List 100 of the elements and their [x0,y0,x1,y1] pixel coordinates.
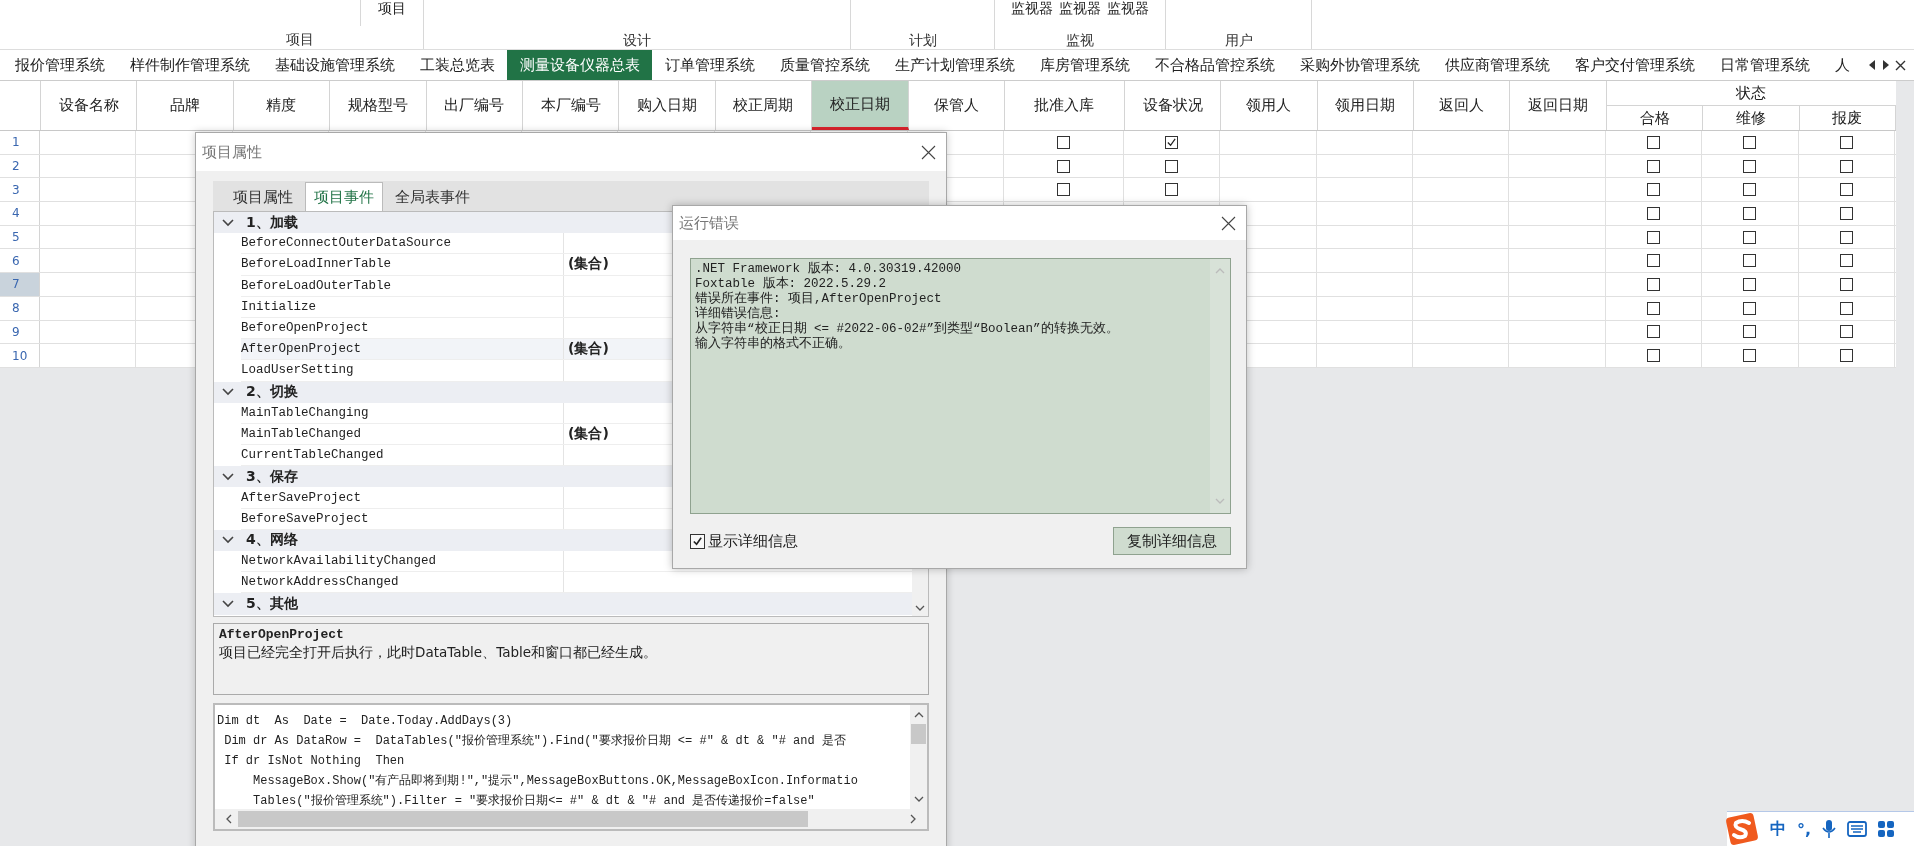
copy-details-button[interactable]: 复制详细信息 [1113,527,1231,555]
checkbox[interactable] [1647,301,1661,315]
checkbox[interactable] [1647,349,1661,363]
ribbon-button[interactable]: 监视器 [1059,0,1101,16]
chevron-down-icon[interactable] [913,796,924,803]
checkbox[interactable] [1056,135,1070,149]
checkbox[interactable] [1839,206,1853,220]
checkbox[interactable] [1743,183,1757,197]
checkbox[interactable] [1839,277,1853,291]
microphone-icon[interactable] [1822,819,1837,839]
column-header[interactable]: 返回日期 [1510,81,1607,130]
checkbox[interactable] [1839,254,1853,268]
column-header[interactable]: 校正日期 [812,81,909,130]
sheet-tab[interactable]: 日常管理系统 [1707,50,1822,80]
row-number[interactable]: 1 [0,131,40,154]
checkbox[interactable] [1056,183,1070,197]
tab[interactable]: 全局表事件 [387,183,478,211]
checkbox[interactable] [1743,349,1757,363]
scroll-left-icon[interactable] [1869,60,1876,70]
column-header[interactable]: 合格 [1606,106,1704,130]
sheet-tab[interactable]: 库房管理系统 [1027,50,1142,80]
checkbox[interactable] [1743,230,1757,244]
column-header[interactable]: 规格型号 [330,81,427,130]
checkbox[interactable] [1743,325,1757,339]
column-header[interactable]: 返回人 [1414,81,1511,130]
checkbox[interactable] [1743,135,1757,149]
checkbox[interactable] [1647,183,1661,197]
sheet-tab[interactable]: 样件制作管理系统 [117,50,262,80]
column-header[interactable]: 设备名称 [41,81,138,130]
row-number[interactable]: 3 [0,178,40,202]
sheet-tab[interactable]: 基础设施管理系统 [262,50,407,80]
checkbox[interactable] [1165,135,1179,149]
column-header[interactable]: 报废 [1799,106,1897,130]
chevron-down-icon[interactable] [915,605,925,612]
error-details-box[interactable]: .NET Framework 版本: 4.0.30319.42000 Foxtable 版本: 2022.5.29.2 错误所在事件: 项目,AfterOpenProject 详细错误信息: 从字符串“校正日期 <= #2022-06-02#”到类型“Boolean”的转换无效。 输入字符串的格式不正确。 [690,258,1231,514]
row-number[interactable]: 5 [0,225,40,249]
checkbox[interactable] [1743,301,1757,315]
chevron-right-icon[interactable] [910,814,917,824]
tab[interactable]: 项目属性 [225,183,301,211]
checkbox[interactable] [1647,135,1661,149]
column-header[interactable]: 设备状况 [1124,81,1222,130]
ribbon-button[interactable]: 监视器 [1011,0,1053,16]
checkbox[interactable] [1165,183,1179,197]
keyboard-icon[interactable] [1847,821,1868,837]
checkbox[interactable] [1839,159,1853,173]
checkbox[interactable] [1743,206,1757,220]
row-number[interactable]: 10 [0,344,40,367]
chevron-down-icon[interactable] [222,472,234,481]
chevron-down-icon[interactable] [222,388,234,397]
column-header[interactable]: 维修 [1703,106,1800,130]
ime-mode-toggle[interactable]: °, [1797,819,1812,839]
checkbox[interactable] [1647,206,1661,220]
row-number[interactable]: 8 [0,296,40,320]
sheet-tab[interactable]: 供应商管理系统 [1432,50,1562,80]
ribbon-button[interactable]: 监视器 [1107,0,1149,16]
checkbox-label[interactable]: 显示详细信息 [708,531,798,551]
chevron-down-icon[interactable] [222,599,234,608]
checkbox[interactable] [1839,183,1853,197]
grid-icon[interactable] [1878,821,1895,837]
sheet-tab[interactable]: 生产计划管理系统 [882,50,1027,80]
row-number[interactable]: 6 [0,249,40,273]
checkbox[interactable] [1647,277,1661,291]
row-number[interactable]: 2 [0,154,40,178]
checkbox[interactable] [1839,325,1853,339]
chevron-left-icon[interactable] [225,814,232,824]
column-header[interactable]: 领用人 [1221,81,1318,130]
sheet-tab[interactable]: 质量管控系统 [767,50,882,80]
code-editor[interactable] [213,703,929,831]
row-number[interactable]: 7 [0,273,40,296]
scrollbar-thumb[interactable] [911,724,926,744]
checkbox[interactable] [1743,159,1757,173]
checkbox[interactable] [1056,159,1070,173]
sheet-tab[interactable]: 测量设备仪器总表 [507,50,652,80]
sheet-tab[interactable]: 采购外协管理系统 [1287,50,1432,80]
scrollbar-thumb[interactable] [238,811,808,827]
logo-icon[interactable] [1725,812,1759,846]
row-number[interactable]: 9 [0,320,40,344]
sheet-tab[interactable]: 不合格品管控系统 [1142,50,1287,80]
checkbox[interactable] [1647,254,1661,268]
ime-mode-toggle[interactable]: 中 [1770,818,1786,840]
column-header[interactable]: 精度 [233,81,331,130]
checkbox[interactable] [1647,230,1661,244]
chevron-up-icon[interactable] [913,711,924,718]
checkbox[interactable] [1839,230,1853,244]
column-header[interactable]: 保管人 [908,81,1005,130]
sheet-tab[interactable]: 工装总览表 [407,50,507,80]
sheet-tab[interactable]: 客户交付管理系统 [1562,50,1707,80]
chevron-down-icon[interactable] [222,536,234,545]
close-icon[interactable] [921,144,936,160]
checkbox[interactable] [1839,349,1853,363]
checkbox[interactable] [1647,325,1661,339]
close-icon[interactable] [1895,59,1906,71]
sheet-tab[interactable]: 人 [1822,50,1862,80]
scroll-right-icon[interactable] [1882,60,1889,70]
sheet-tab[interactable]: 订单管理系统 [652,50,767,80]
checkbox[interactable] [690,533,705,549]
column-header[interactable]: 领用日期 [1317,81,1415,130]
checkbox[interactable] [1743,254,1757,268]
tab[interactable]: 项目事件 [305,182,383,211]
chevron-down-icon[interactable] [222,218,234,227]
